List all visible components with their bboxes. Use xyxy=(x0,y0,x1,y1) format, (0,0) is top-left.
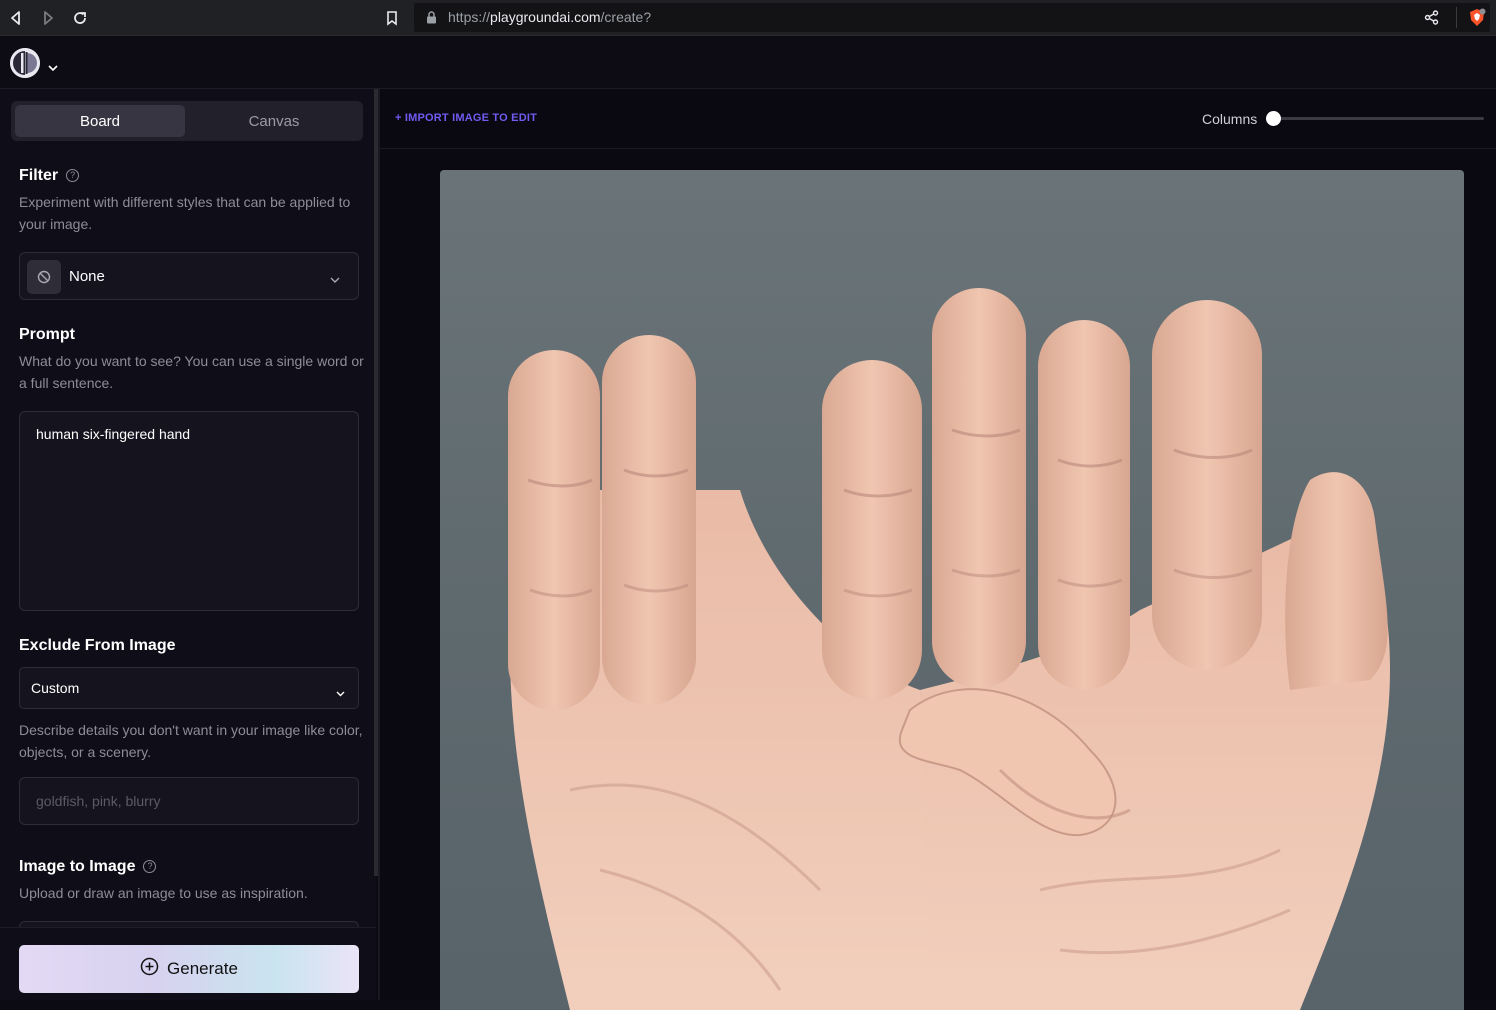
prompt-description: What do you want to see? You can use a s… xyxy=(19,353,364,391)
generate-label: Generate xyxy=(167,959,238,978)
no-filter-icon xyxy=(27,260,61,294)
filter-title: Filter? xyxy=(19,167,80,185)
chevron-down-icon[interactable] xyxy=(48,59,58,77)
mode-tabs: Board Canvas xyxy=(11,101,363,141)
back-icon[interactable] xyxy=(6,8,26,28)
url-path: /create? xyxy=(600,9,652,25)
playground-logo-icon[interactable] xyxy=(10,48,40,78)
generated-image[interactable] xyxy=(440,170,1464,1010)
forward-icon[interactable] xyxy=(38,8,58,28)
columns-slider-thumb[interactable] xyxy=(1266,111,1281,126)
import-image-button[interactable]: + IMPORT IMAGE TO EDIT xyxy=(395,112,537,124)
exclude-mode-value: Custom xyxy=(31,680,80,696)
filter-value: None xyxy=(69,268,105,285)
tab-canvas[interactable]: Canvas xyxy=(189,105,359,137)
filter-title-text: Filter xyxy=(19,167,59,184)
image-to-image-title: Image to Image? xyxy=(19,858,157,876)
bookmark-icon[interactable] xyxy=(382,8,402,28)
main-board: + IMPORT IMAGE TO EDIT Columns xyxy=(380,89,1496,1010)
columns-label: Columns xyxy=(1202,111,1258,127)
url-host: playgroundai.com xyxy=(490,9,601,25)
six-fingered-hands-image xyxy=(508,288,1390,1010)
sidebar: Board Canvas Filter? Experiment with dif… xyxy=(0,89,376,1000)
negative-prompt-input[interactable] xyxy=(19,777,359,825)
chevron-down-icon xyxy=(330,271,340,289)
image-to-image-title-text: Image to Image xyxy=(19,858,136,875)
exclude-title: Exclude From Image xyxy=(19,637,176,654)
prompt-title: Prompt xyxy=(19,326,75,343)
address-bar[interactable]: https://playgroundai.com/create? xyxy=(414,3,1490,32)
brave-shield-icon[interactable] xyxy=(1468,8,1486,32)
help-icon[interactable]: ? xyxy=(143,860,157,874)
exclude-description: Describe details you don't want in your … xyxy=(19,722,363,760)
reload-icon[interactable] xyxy=(70,8,90,28)
prompt-textarea[interactable]: human six-fingered hand xyxy=(19,411,359,611)
plus-circle-icon xyxy=(140,957,159,981)
exclude-mode-select[interactable]: Custom xyxy=(19,667,359,709)
generate-button[interactable]: Generate xyxy=(19,945,359,993)
help-icon[interactable]: ? xyxy=(66,169,80,183)
url-scheme: https:// xyxy=(448,9,491,25)
filter-description: Experiment with different styles that ca… xyxy=(19,194,351,232)
board-toolbar: + IMPORT IMAGE TO EDIT Columns xyxy=(380,89,1496,149)
browser-toolbar: https://playgroundai.com/create? xyxy=(0,0,1496,36)
lock-icon xyxy=(426,11,437,29)
chevron-down-icon xyxy=(336,684,345,702)
url-text: https://playgroundai.com/create? xyxy=(448,9,651,25)
app-header xyxy=(0,37,1496,89)
share-icon[interactable] xyxy=(1424,10,1439,30)
generate-area: Generate xyxy=(0,927,376,1000)
address-bar-divider xyxy=(1456,7,1457,28)
filter-select[interactable]: None xyxy=(19,252,359,300)
image-to-image-description: Upload or draw an image to use as inspir… xyxy=(19,885,308,901)
tab-board[interactable]: Board xyxy=(15,105,185,137)
columns-slider-track[interactable] xyxy=(1266,117,1484,120)
